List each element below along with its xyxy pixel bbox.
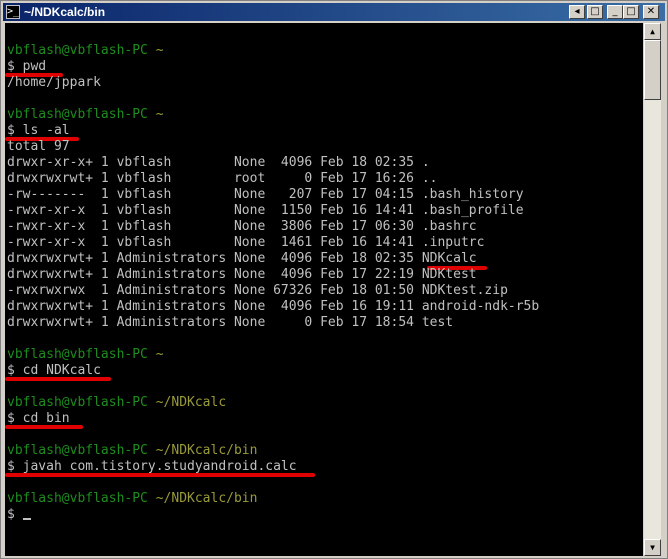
restore-small-button[interactable]: □ (587, 5, 603, 19)
prompt-user: vbflash@vbflash-PC (7, 107, 148, 122)
final-prompt: $ (7, 507, 23, 522)
prompt-path: ~ (155, 107, 164, 122)
prompt-path: ~ (155, 43, 164, 58)
ls-row: -rw------- 1 vbflash None 207 Feb 17 04:… (7, 187, 524, 202)
ls-row: drwxrwxrwt+ 1 Administrators None 4096 F… (7, 251, 477, 266)
maximize-button[interactable]: □ (623, 5, 639, 19)
ls-row: drwxrwxrwt+ 1 vbflash root 0 Feb 17 16:2… (7, 171, 438, 186)
ls-row: drwxrwxrwt+ 1 Administrators None 4096 F… (7, 299, 540, 314)
ls-row: -rwxr-xr-x 1 vbflash None 1461 Feb 16 14… (7, 235, 485, 250)
prompt-user: vbflash@vbflash-PC (7, 491, 148, 506)
prompt-line: vbflash@vbflash-PC ~ (7, 347, 164, 363)
menu-arrow-button[interactable]: ◂ (569, 5, 585, 19)
highlight-underline (5, 425, 83, 429)
scroll-up-arrow-icon[interactable]: ▲ (644, 23, 661, 40)
prompt-user: vbflash@vbflash-PC (7, 443, 148, 458)
highlight-underline (5, 377, 111, 381)
terminal-output[interactable]: vbflash@vbflash-PC ~ $ pwd /home/jppark … (5, 23, 643, 556)
ls-row: drwxrwxrwt+ 1 Administrators None 4096 F… (7, 267, 477, 282)
minimize-button[interactable]: _ (607, 5, 623, 19)
output-line: total 97 (7, 139, 70, 154)
prompt-line: vbflash@vbflash-PC ~/NDKcalc/bin (7, 443, 257, 459)
prompt-path: ~ (155, 347, 164, 362)
prompt-path: ~/NDKcalc/bin (155, 491, 258, 506)
vertical-scrollbar[interactable]: ▲ ▼ (644, 23, 661, 556)
prompt-line: vbflash@vbflash-PC ~/NDKcalc/bin (7, 491, 257, 507)
window-title: ~/NDKcalc/bin (24, 5, 106, 19)
terminal-window: >_ ~/NDKcalc/bin ◂ □ _ □ ✕ vbflash@vbfla… (0, 0, 668, 559)
prompt-path: ~/NDKcalc/bin (155, 443, 258, 458)
prompt-line: vbflash@vbflash-PC ~/NDKcalc (7, 395, 226, 411)
title-bar[interactable]: >_ ~/NDKcalc/bin ◂ □ _ □ ✕ (3, 3, 665, 21)
prompt-user: vbflash@vbflash-PC (7, 395, 148, 410)
prompt-line: vbflash@vbflash-PC ~ (7, 107, 164, 123)
scroll-down-arrow-icon[interactable]: ▼ (644, 539, 661, 556)
ls-row: drwxrwxrwt+ 1 Administrators None 0 Feb … (7, 315, 454, 330)
scrollbar-thumb[interactable] (644, 40, 661, 100)
input-line[interactable]: $ (7, 507, 31, 523)
prompt-path: ~/NDKcalc (155, 395, 227, 410)
cygwin-terminal-icon[interactable]: >_ (6, 5, 20, 19)
ls-row: -rwxrwxrwx 1 Administrators None 67326 F… (7, 283, 508, 298)
prompt-user: vbflash@vbflash-PC (7, 347, 148, 362)
ls-row: -rwxr-xr-x 1 vbflash None 3806 Feb 17 06… (7, 219, 477, 234)
prompt-line: vbflash@vbflash-PC ~ (7, 43, 164, 59)
highlight-underline (5, 473, 315, 477)
ls-row: -rwxr-xr-x 1 vbflash None 1150 Feb 16 14… (7, 203, 524, 218)
output-line: /home/jppark (7, 75, 101, 90)
ls-row: drwxr-xr-x+ 1 vbflash None 4096 Feb 18 0… (7, 155, 430, 170)
prompt-user: vbflash@vbflash-PC (7, 43, 148, 58)
text-cursor (22, 518, 31, 520)
close-button[interactable]: ✕ (643, 5, 659, 19)
